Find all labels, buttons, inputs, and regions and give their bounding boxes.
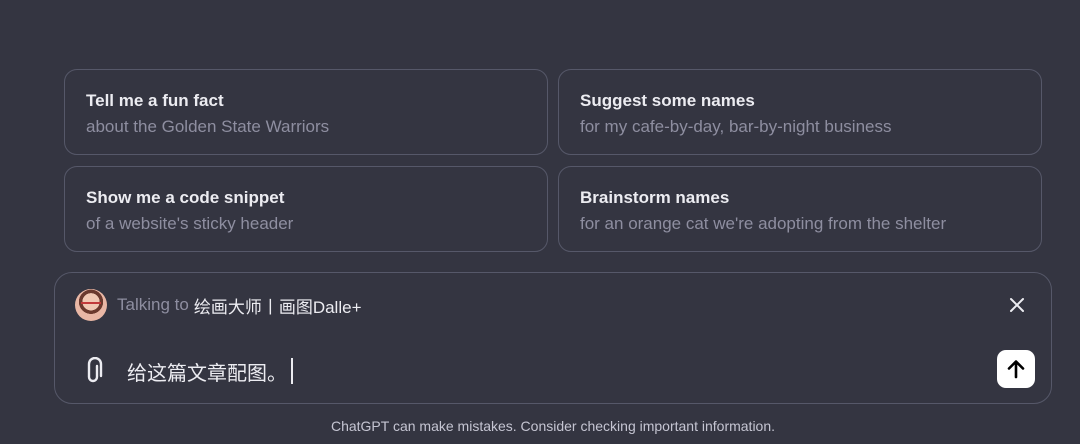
disclaimer-text: ChatGPT can make mistakes. Consider chec… xyxy=(330,418,776,434)
suggestion-title: Tell me a fun fact xyxy=(86,91,224,110)
suggestion-card-brainstorm[interactable]: Brainstorm names for an orange cat we're… xyxy=(558,166,1042,252)
gizmo-name: 绘画大师丨画图Dalle+ xyxy=(193,297,362,317)
arrow-up-icon xyxy=(1007,360,1025,379)
close-gizmo-button[interactable] xyxy=(1005,293,1029,317)
suggestion-subtitle: of a website's sticky header xyxy=(86,214,294,233)
user-avatar xyxy=(75,289,107,321)
suggestion-subtitle: for my cafe-by-day, bar-by-night busines… xyxy=(580,117,892,136)
suggestion-title: Brainstorm names xyxy=(580,188,730,207)
suggestion-card-names[interactable]: Suggest some names for my cafe-by-day, b… xyxy=(558,69,1042,155)
send-button[interactable] xyxy=(997,350,1035,388)
suggestion-subtitle: for an orange cat we're adopting from th… xyxy=(580,214,947,233)
message-input-value: 给这篇文章配图。 xyxy=(127,362,287,385)
suggestion-subtitle: about the Golden State Warriors xyxy=(86,117,330,136)
text-caret xyxy=(291,358,293,384)
attach-file-button[interactable] xyxy=(79,355,107,387)
message-input[interactable]: 给这篇文章配图。 xyxy=(127,357,293,385)
suggestion-card-code-snippet[interactable]: Show me a code snippet of a website's st… xyxy=(64,166,548,252)
suggestion-title: Show me a code snippet xyxy=(86,188,285,207)
talking-to-label: Talking to xyxy=(117,295,189,314)
close-icon xyxy=(1010,298,1024,312)
gizmo-bar: Talking to 绘画大师丨画图Dalle+ xyxy=(75,289,362,321)
suggestion-card-fun-fact[interactable]: Tell me a fun fact about the Golden Stat… xyxy=(64,69,548,155)
paperclip-icon xyxy=(87,357,103,383)
suggestion-grid: Tell me a fun fact about the Golden Stat… xyxy=(64,69,1042,252)
suggestion-title: Suggest some names xyxy=(580,91,755,110)
message-composer: Talking to 绘画大师丨画图Dalle+ 给这篇文章配图。 xyxy=(54,272,1052,404)
